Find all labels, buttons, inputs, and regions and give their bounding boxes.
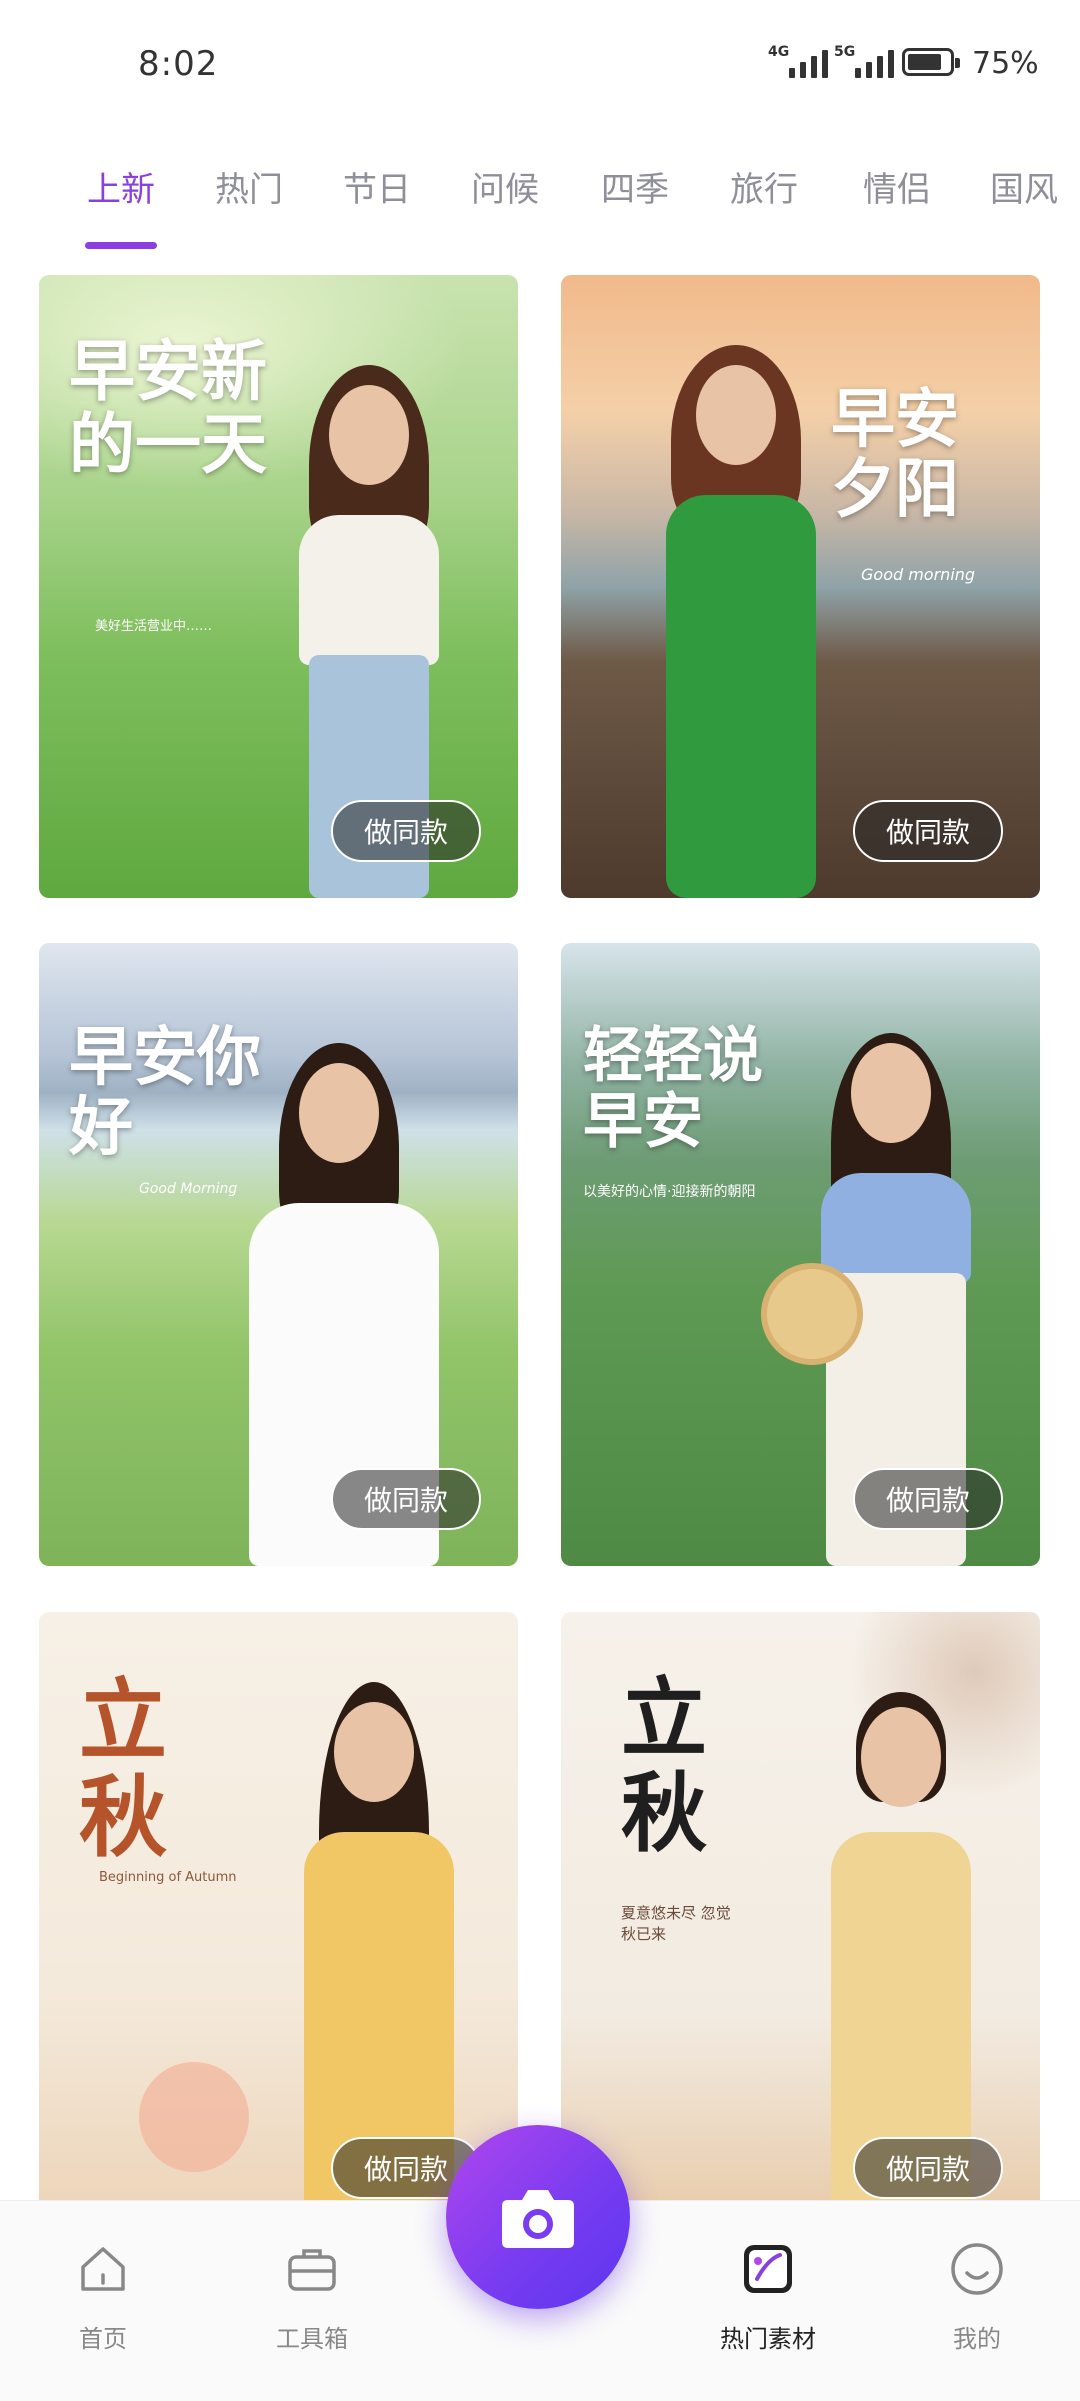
tab-hot[interactable]: 热门 <box>215 162 283 211</box>
tab-travel[interactable]: 旅行 <box>730 162 798 211</box>
signal-5g-icon: 5G <box>834 44 894 78</box>
active-tab-indicator <box>85 242 157 249</box>
battery-icon <box>902 48 960 76</box>
card-subtitle: Good Morning <box>139 1181 238 1197</box>
home-icon <box>75 2241 131 2297</box>
make-same-button[interactable]: 做同款 <box>331 800 481 862</box>
nav-profile[interactable]: 我的 <box>907 2241 1047 2354</box>
template-card[interactable]: 早安你好 Good Morning 做同款 <box>39 943 518 1566</box>
battery-percent: 75% <box>972 46 1039 81</box>
toolbox-icon <box>284 2241 340 2297</box>
card-title: 立秋 <box>621 1668 707 1864</box>
template-card[interactable]: 立秋 夏意悠未尽 忽觉秋已来 做同款 <box>561 1612 1040 2235</box>
card-subtitle: 以美好的心情·迎接新的朝阳 <box>583 1184 756 1200</box>
status-bar: 8:02 4G 5G 75% <box>0 0 1080 130</box>
sun-decoration <box>139 2062 249 2172</box>
card-title: 早安你好 <box>69 1020 261 1166</box>
card-title: 早安新的一天 <box>69 332 267 483</box>
card-subtitle: Good morning <box>861 565 976 584</box>
make-same-button[interactable]: 做同款 <box>853 1468 1003 1530</box>
template-card[interactable]: 早安夕阳 Good morning 做同款 <box>561 275 1040 898</box>
tab-guofeng[interactable]: 国风 <box>990 162 1058 211</box>
card-subtitle: 夏意悠未尽 忽觉秋已来 <box>621 1904 731 1943</box>
card-title: 早安夕阳 <box>831 382 959 528</box>
camera-button[interactable] <box>446 2125 630 2309</box>
signal-4g-icon: 4G <box>768 44 828 78</box>
template-card[interactable]: 立秋 Beginning of Autumn 做同款 <box>39 1612 518 2235</box>
category-tabs: 上新 热门 节日 问候 四季 旅行 情侣 国风 <box>0 150 1080 260</box>
template-card[interactable]: 早安新的一天 美好生活营业中…… 做同款 <box>39 275 518 898</box>
card-subtitle: 美好生活营业中…… <box>95 619 213 634</box>
card-subtitle: Beginning of Autumn <box>99 1870 237 1885</box>
card-title: 立秋 <box>79 1668 168 1869</box>
nav-home[interactable]: 首页 <box>33 2241 173 2354</box>
profile-icon <box>949 2241 1005 2297</box>
status-time: 8:02 <box>138 44 219 84</box>
tab-greeting[interactable]: 问候 <box>471 162 539 211</box>
person-figure <box>641 345 841 898</box>
camera-icon <box>502 2190 574 2248</box>
straw-hat <box>761 1263 863 1365</box>
make-same-button[interactable]: 做同款 <box>331 1468 481 1530</box>
make-same-button[interactable]: 做同款 <box>853 2137 1003 2199</box>
tab-holiday[interactable]: 节日 <box>343 162 411 211</box>
tab-couples[interactable]: 情侣 <box>863 162 931 211</box>
card-title: 轻轻说早安 <box>583 1021 763 1157</box>
nav-toolbox[interactable]: 工具箱 <box>242 2241 382 2354</box>
template-card[interactable]: 轻轻说早安 以美好的心情·迎接新的朝阳 做同款 <box>561 943 1040 1566</box>
hot-materials-icon <box>740 2241 796 2297</box>
tab-new[interactable]: 上新 <box>87 162 155 211</box>
tab-seasons[interactable]: 四季 <box>601 162 669 211</box>
make-same-button[interactable]: 做同款 <box>853 800 1003 862</box>
nav-hot-materials[interactable]: 热门素材 <box>698 2241 838 2354</box>
